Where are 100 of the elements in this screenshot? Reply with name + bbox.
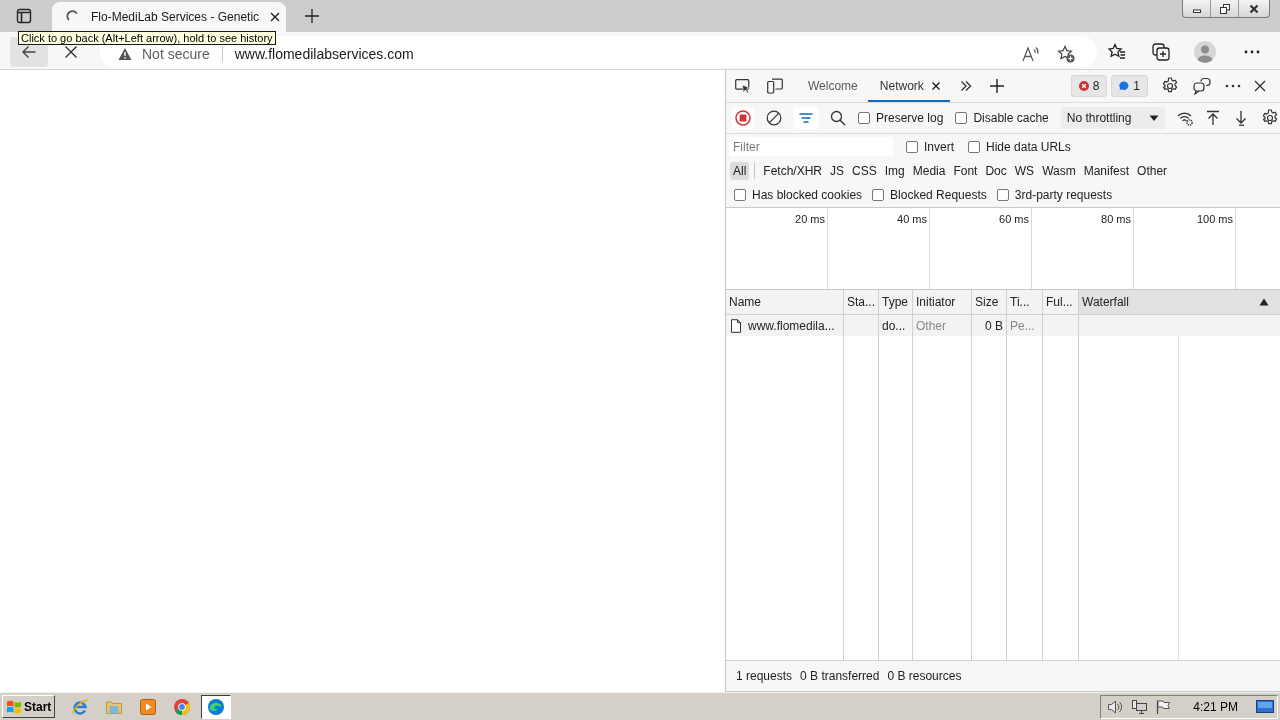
checkbox-option[interactable]: Disable cache bbox=[955, 111, 1049, 125]
column-header[interactable]: Initiator bbox=[913, 290, 971, 315]
status-text: 0 B transferred bbox=[800, 669, 880, 683]
chat-bubbles-icon[interactable] bbox=[1193, 77, 1211, 95]
status-text: 0 B resources bbox=[887, 669, 962, 683]
devtools-tab[interactable]: Welcome bbox=[796, 70, 867, 102]
chevrons-icon[interactable] bbox=[959, 80, 972, 92]
type-filter-button[interactable]: Font bbox=[950, 161, 981, 180]
checkbox-option[interactable]: Invert bbox=[906, 139, 954, 154]
checkbox-option[interactable]: Hide data URLs bbox=[968, 139, 1071, 154]
type-filter-button[interactable]: WS bbox=[1011, 161, 1038, 180]
settings-icon[interactable] bbox=[1260, 109, 1279, 127]
type-filter-button[interactable]: Wasm bbox=[1039, 161, 1079, 180]
checkbox-option[interactable]: 3rd-party requests bbox=[996, 187, 1113, 202]
column-header[interactable]: Size bbox=[972, 290, 1006, 315]
flag-icon[interactable] bbox=[1155, 698, 1172, 715]
back-arrow-icon bbox=[21, 44, 37, 60]
tooltip: Click to go back (Alt+Left arrow), hold to see history bbox=[18, 31, 276, 45]
devtools-tab[interactable]: Network bbox=[867, 70, 950, 102]
inspect-icon[interactable] bbox=[735, 78, 751, 94]
checkbox[interactable] bbox=[906, 140, 918, 153]
request-name[interactable]: www.flomedila... bbox=[748, 318, 835, 333]
add-favorite-icon[interactable] bbox=[1057, 44, 1075, 63]
wave-logo-icon bbox=[207, 697, 225, 716]
close-icon[interactable] bbox=[1254, 80, 1266, 92]
wifi-settings-icon[interactable] bbox=[1176, 110, 1193, 126]
favorites-icon[interactable] bbox=[1108, 43, 1126, 61]
stop-icon[interactable] bbox=[64, 45, 78, 59]
type-filter-button[interactable]: Manifest bbox=[1080, 161, 1133, 180]
checkbox-option[interactable]: Preserve log bbox=[858, 111, 944, 125]
throttling-dropdown[interactable]: No throttling bbox=[1060, 107, 1165, 129]
search-icon[interactable] bbox=[830, 110, 846, 126]
network-icon[interactable] bbox=[1131, 698, 1148, 715]
message-icon bbox=[1119, 81, 1130, 91]
start-button[interactable]: Start bbox=[2, 695, 55, 718]
column-header[interactable]: Type bbox=[879, 290, 912, 315]
filter-icon bbox=[799, 111, 813, 125]
table-cell: 0 B bbox=[972, 315, 1006, 336]
collections-icon[interactable] bbox=[1152, 43, 1170, 61]
close-icon[interactable] bbox=[270, 12, 281, 22]
type-filter-button[interactable]: Other bbox=[1134, 161, 1171, 180]
type-filter-button[interactable]: Fetch/XHR bbox=[760, 161, 826, 180]
close-icon bbox=[1249, 3, 1259, 14]
timeline-tick-label: 100 ms bbox=[1196, 213, 1233, 225]
security-label[interactable]: Not secure bbox=[142, 46, 210, 61]
checkbox[interactable] bbox=[996, 188, 1009, 201]
type-filter-button[interactable]: All bbox=[730, 161, 750, 180]
status-text: 1 requests bbox=[736, 669, 793, 683]
table-cell: do... bbox=[879, 315, 912, 336]
url-text: www.flomedilabservices.com bbox=[234, 46, 414, 61]
issue-count-button[interactable]: 1 bbox=[1111, 75, 1148, 97]
warning-icon bbox=[118, 46, 132, 61]
play-icon bbox=[139, 697, 157, 716]
timeline-tick-label: 40 ms bbox=[897, 213, 927, 225]
column-header[interactable]: Sta... bbox=[844, 290, 878, 315]
filter-input[interactable]: Filter bbox=[729, 137, 893, 156]
table-cell bbox=[1043, 315, 1078, 336]
column-header[interactable]: Ful... bbox=[1043, 290, 1078, 315]
sort-arrow-icon bbox=[1259, 297, 1269, 307]
column-header[interactable]: Ti... bbox=[1007, 290, 1042, 315]
close-icon[interactable] bbox=[930, 81, 941, 91]
read-aloud-icon[interactable] bbox=[1022, 44, 1040, 63]
settings-icon[interactable] bbox=[1161, 77, 1179, 95]
ring-logo-icon bbox=[173, 697, 191, 716]
plus-icon[interactable] bbox=[989, 79, 1004, 93]
type-filter-button[interactable]: CSS bbox=[849, 161, 880, 180]
taskbar-app-button[interactable] bbox=[201, 694, 231, 719]
type-filter-button[interactable]: Doc bbox=[982, 161, 1010, 180]
type-filter-button[interactable]: JS bbox=[827, 161, 848, 180]
error-icon bbox=[1078, 81, 1089, 91]
profile-avatar-icon[interactable] bbox=[1194, 41, 1216, 63]
checkbox[interactable] bbox=[858, 112, 870, 124]
filter-button[interactable] bbox=[794, 107, 818, 129]
caret-down-icon bbox=[1148, 113, 1159, 123]
type-filter-button[interactable]: Media bbox=[909, 161, 949, 180]
new-tab-plus-icon[interactable] bbox=[305, 9, 319, 23]
browser-tab[interactable]: Flo-MediLab Services - Genetic bbox=[52, 2, 286, 32]
checkbox[interactable] bbox=[872, 188, 885, 201]
checkbox-option[interactable]: Blocked Requests bbox=[872, 187, 987, 202]
checkbox[interactable] bbox=[968, 140, 980, 153]
checkbox-option[interactable]: Has blocked cookies bbox=[734, 187, 863, 202]
column-header[interactable]: Name bbox=[726, 290, 843, 315]
windows-logo-icon bbox=[6, 698, 22, 715]
show-desktop-icon[interactable] bbox=[1256, 697, 1274, 716]
tab-actions-icon[interactable] bbox=[16, 8, 32, 24]
type-filter-button[interactable]: Img bbox=[881, 161, 908, 180]
checkbox[interactable] bbox=[955, 112, 968, 124]
speaker-icon[interactable] bbox=[1107, 698, 1124, 715]
clear-icon[interactable] bbox=[766, 110, 782, 126]
column-header[interactable]: Waterfall bbox=[1079, 290, 1280, 315]
restore-icon bbox=[1219, 3, 1230, 14]
file-icon bbox=[729, 318, 743, 333]
timeline-tick-label: 60 ms bbox=[999, 213, 1029, 225]
timeline-tick-label: 80 ms bbox=[1101, 213, 1131, 225]
upload-icon[interactable] bbox=[1204, 110, 1221, 126]
clock: 4:21 PM bbox=[1193, 699, 1238, 714]
checkbox[interactable] bbox=[734, 188, 746, 201]
e-logo-icon bbox=[71, 697, 89, 716]
device-icon[interactable] bbox=[767, 78, 783, 94]
issue-count-button[interactable]: 8 bbox=[1070, 75, 1108, 97]
